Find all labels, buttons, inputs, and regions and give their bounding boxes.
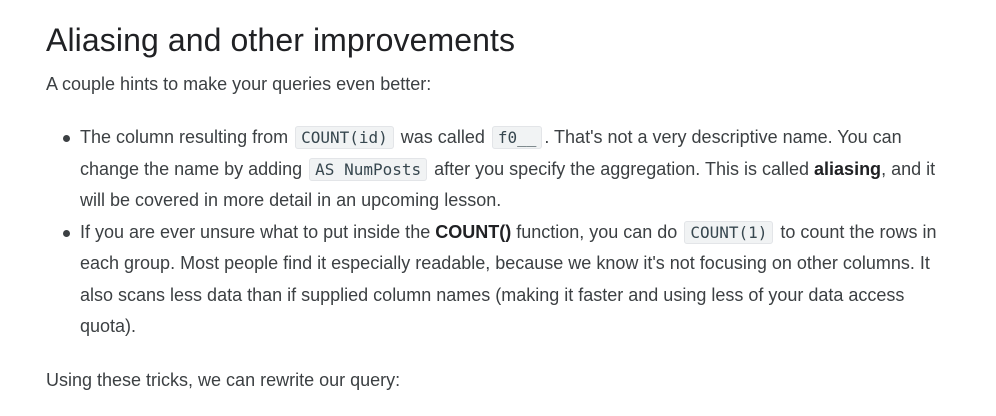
list-item-count-one: If you are ever unsure what to put insid… [63, 217, 956, 343]
text-segment: was called [395, 127, 490, 147]
inline-code-f0: f0__ [491, 126, 543, 149]
text-segment: function, you can do [511, 221, 683, 242]
article-content: Aliasing and other improvements A couple… [0, 0, 956, 395]
text-segment: The column resulting from [80, 127, 294, 147]
section-heading: Aliasing and other improvements [46, 22, 516, 58]
hints-list: The column resulting from COUNT(id) was … [46, 122, 956, 343]
intro-paragraph: A couple hints to make your queries even… [46, 74, 432, 94]
bold-term-count: COUNT() [435, 221, 512, 242]
bold-term-aliasing: aliasing [814, 158, 882, 179]
outro-paragraph: Using these tricks, we can rewrite our q… [46, 369, 401, 390]
inline-code-count-id: COUNT(id) [295, 126, 394, 149]
inline-code-as-numposts: AS NumPosts [309, 157, 428, 181]
bullet-icon [63, 229, 70, 237]
text-segment: If you are ever unsure what to put insid… [80, 221, 436, 242]
list-item-aliasing: The column resulting from COUNT(id) was … [63, 122, 956, 217]
bullet-icon [63, 135, 70, 142]
text-segment: after you specify the aggregation. This … [429, 158, 815, 179]
inline-code-count-1: COUNT(1) [684, 220, 774, 244]
